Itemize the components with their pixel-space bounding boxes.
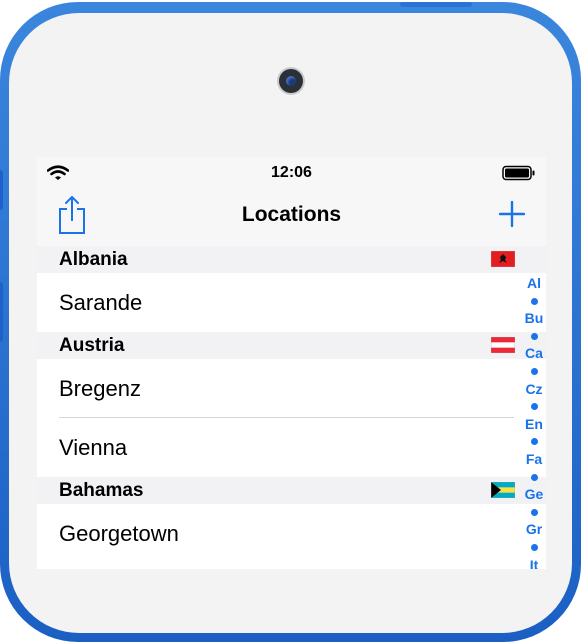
section-header-austria: Austria — [37, 332, 546, 359]
section-header-bahamas: Bahamas — [37, 477, 546, 504]
index-dot[interactable] — [521, 504, 546, 522]
index-letter[interactable]: Bu — [521, 310, 546, 328]
index-letter[interactable]: Fa — [521, 451, 546, 469]
section-title: Bahamas — [59, 480, 144, 501]
albania-flag-icon — [491, 251, 515, 267]
index-letter[interactable]: Al — [521, 275, 546, 293]
list-item[interactable]: Bregenz — [37, 359, 546, 418]
index-dot[interactable] — [521, 293, 546, 311]
index-dot[interactable] — [521, 398, 546, 416]
index-dot[interactable] — [521, 363, 546, 381]
app-screen: 12:06 Locations Albania Sarande Austria … — [37, 157, 546, 569]
volume-down-button — [0, 282, 3, 342]
list-item-label: Sarande — [59, 290, 143, 315]
list-item-label: Bregenz — [59, 376, 141, 401]
status-time: 12:06 — [271, 164, 312, 181]
volume-up-button — [0, 170, 3, 210]
locations-list: Albania Sarande Austria Bregenz Vienna B… — [37, 246, 546, 563]
page-title: Locations — [241, 203, 342, 226]
bahamas-flag-icon — [491, 482, 515, 498]
section-title: Albania — [59, 249, 128, 270]
index-dot[interactable] — [521, 328, 546, 346]
status-bar: 12:06 — [37, 157, 546, 189]
index-letter[interactable]: En — [521, 416, 546, 434]
index-dot[interactable] — [521, 433, 546, 451]
list-item-label: Vienna — [59, 435, 128, 460]
section-index[interactable]: Al Bu Ca Cz En Fa Ge Gr It — [521, 275, 546, 569]
austria-flag-icon — [491, 337, 515, 353]
index-letter[interactable]: It — [521, 557, 546, 570]
index-letter[interactable]: Ge — [521, 486, 546, 504]
sleep-button — [400, 2, 472, 7]
list-item[interactable]: Vienna — [37, 418, 546, 477]
front-camera — [279, 69, 303, 93]
navigation-bar: Locations — [37, 189, 546, 247]
index-dot[interactable] — [521, 539, 546, 557]
index-letter[interactable]: Gr — [521, 521, 546, 539]
list-item-label: Georgetown — [59, 521, 179, 546]
battery-icon — [502, 165, 535, 181]
section-header-albania: Albania — [37, 246, 546, 273]
section-title: Austria — [59, 335, 125, 356]
index-dot[interactable] — [521, 469, 546, 487]
add-icon[interactable] — [499, 201, 525, 227]
index-letter[interactable]: Ca — [521, 345, 546, 363]
list-item[interactable]: Sarande — [37, 273, 546, 332]
list-item[interactable]: Georgetown — [37, 504, 546, 563]
index-letter[interactable]: Cz — [521, 381, 546, 399]
